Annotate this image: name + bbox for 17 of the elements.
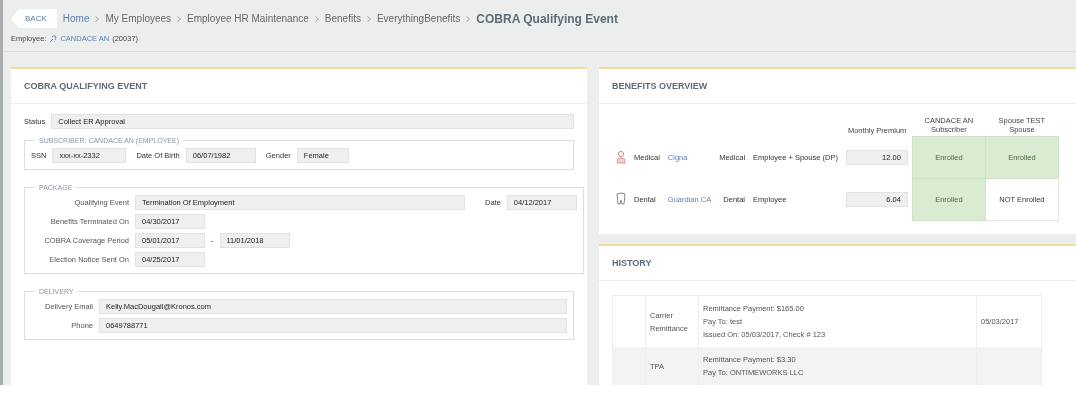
breadcrumb-link[interactable]: Employee HR Maintenance <box>187 13 309 24</box>
breadcrumb-link[interactable]: Home <box>62 13 90 24</box>
breadcrumb-link[interactable]: Benefits <box>324 13 361 24</box>
panel-title: COBRA QUALIFYING EVENT <box>11 69 587 104</box>
chevron-icon <box>177 15 182 22</box>
chevron-icon <box>366 15 371 22</box>
chevron-icon <box>466 15 471 22</box>
tooth-icon <box>616 192 626 205</box>
breadcrumb-link[interactable]: EverythingBenefits <box>376 13 461 24</box>
panel-title: HISTORY <box>599 246 1076 281</box>
breadcrumb-link[interactable]: My Employees <box>105 13 172 24</box>
page-title: COBRA Qualifying Event <box>476 11 618 26</box>
link-icon <box>49 34 58 43</box>
back-button[interactable]: BACK <box>11 9 57 28</box>
chevron-icon <box>95 15 100 22</box>
chevron-icon <box>314 15 319 22</box>
panel-title: BENEFITS OVERVIEW <box>599 69 1076 104</box>
